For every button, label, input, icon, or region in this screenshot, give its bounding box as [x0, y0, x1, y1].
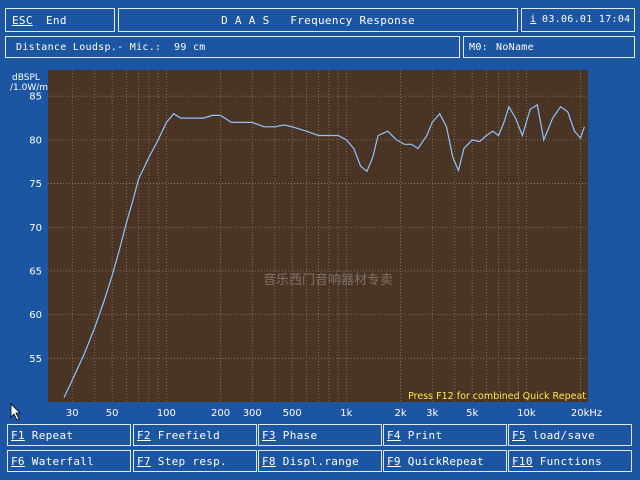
x-tick-label: 2k: [394, 408, 406, 419]
frequency-response-panel: 55 60 65 70 75 80 85 30 50 100 200 300 500 1k 2k 3k 5k 1…: [8, 66, 628, 420]
x-tick-label: 30: [66, 408, 79, 419]
page-title: D A A S Frequency Response: [221, 14, 415, 27]
info-key-label: i: [530, 14, 537, 25]
x-tick-labels: 30 50 100 200 300 500 1k 2k 3k 5k 10k 20kHz: [66, 408, 602, 419]
function-key-label: Functions: [532, 455, 603, 468]
function-key-id: F10: [512, 455, 533, 468]
function-key-label: Displ.range: [275, 455, 359, 468]
y-tick-label: 70: [29, 223, 42, 234]
y-tick-label: 55: [29, 354, 42, 365]
watermark-text: 音乐西门音响器材专卖: [263, 272, 393, 288]
y-axis-label-line1: dBSPL: [12, 73, 40, 83]
x-tick-label: 100: [157, 408, 176, 419]
function-key-label: Waterfall: [24, 455, 95, 468]
function-key-id: F5: [512, 429, 526, 442]
y-axis-label-line2: /1.0W/m: [10, 83, 48, 93]
m0-value-label: NoName: [496, 42, 534, 53]
function-key-id: F8: [262, 455, 276, 468]
function-key-label: Print: [400, 429, 443, 442]
function-key-f8[interactable]: F8 Displ.range: [258, 450, 382, 472]
esc-end-button[interactable]: ESC End: [5, 8, 115, 32]
distance-box: Distance Loudsp.- Mic.: 99 cm: [5, 36, 460, 58]
function-key-label: QuickRepeat: [400, 455, 484, 468]
y-tick-label: 75: [29, 179, 42, 190]
y-tick-label: 80: [29, 135, 42, 146]
y-tick-label: 85: [29, 92, 42, 103]
function-key-label: Phase: [275, 429, 318, 442]
function-key-id: F9: [387, 455, 401, 468]
info-datetime-box[interactable]: i 03.06.01 17:04: [521, 8, 635, 32]
function-key-label: Freefield: [150, 429, 221, 442]
y-tick-labels: 55 60 65 70 75 80 85: [29, 92, 42, 365]
function-key-f1[interactable]: F1 Repeat: [7, 424, 131, 446]
function-key-f7[interactable]: F7 Step resp.: [133, 450, 257, 472]
distance-label: Distance Loudsp.- Mic.: 99 cm: [16, 42, 206, 53]
datetime-label: 03.06.01 17:04: [542, 14, 631, 25]
function-key-f2[interactable]: F2 Freefield: [133, 424, 257, 446]
end-label: End: [46, 14, 67, 27]
title-bar: D A A S Frequency Response: [118, 8, 518, 32]
x-tick-label: 300: [243, 408, 262, 419]
x-tick-label: 500: [283, 408, 302, 419]
function-key-label: Step resp.: [150, 455, 228, 468]
function-key-label: load/save: [525, 429, 596, 442]
x-tick-label: 50: [106, 408, 119, 419]
function-key-f4[interactable]: F4 Print: [383, 424, 507, 446]
measurement-name-box[interactable]: M0: NoName: [463, 36, 635, 58]
y-tick-label: 65: [29, 266, 42, 277]
mouse-cursor-icon: [10, 403, 21, 421]
function-key-id: F3: [262, 429, 276, 442]
x-tick-label: 1k: [340, 408, 352, 419]
function-key-id: F1: [11, 429, 25, 442]
x-tick-label: 10k: [517, 408, 536, 419]
function-key-f9[interactable]: F9 QuickRepeat: [383, 450, 507, 472]
plot-background: [48, 70, 588, 402]
function-key-id: F6: [11, 455, 25, 468]
function-key-id: F4: [387, 429, 401, 442]
esc-key-label: ESC: [12, 14, 33, 27]
function-key-f5[interactable]: F5 load/save: [508, 424, 632, 446]
x-tick-label: 200: [211, 408, 230, 419]
function-key-id: F7: [137, 455, 151, 468]
x-tick-label: 20kHz: [571, 408, 602, 419]
function-key-label: Repeat: [24, 429, 74, 442]
y-tick-label: 60: [29, 310, 42, 321]
x-tick-label: 5k: [466, 408, 478, 419]
frequency-response-chart: 55 60 65 70 75 80 85 30 50 100 200 300 500 1k 2k 3k 5k 1…: [10, 70, 602, 419]
quick-repeat-hint: Press F12 for combined Quick Repeat: [408, 391, 586, 402]
function-key-id: F2: [137, 429, 151, 442]
function-key-f3[interactable]: F3 Phase: [258, 424, 382, 446]
function-key-f6[interactable]: F6 Waterfall: [7, 450, 131, 472]
x-tick-label: 3k: [426, 408, 438, 419]
function-key-f10[interactable]: F10 Functions: [508, 450, 632, 472]
m0-key-label: M0:: [469, 42, 488, 53]
